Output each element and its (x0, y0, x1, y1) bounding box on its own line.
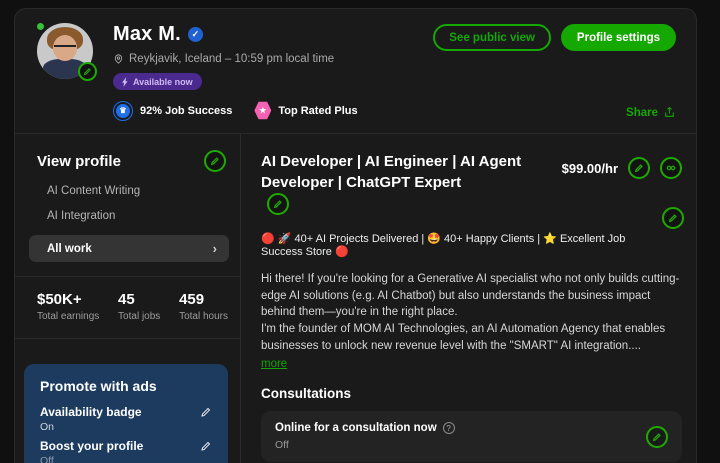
availability-badge-setting: Availability badge On (40, 405, 212, 433)
pencil-icon (83, 67, 92, 76)
stat-total-jobs: 45 Total jobs (118, 291, 160, 322)
online-consultation-card: Online for a consultation now ? Off (261, 411, 682, 462)
stat-label: Total earnings (37, 311, 99, 322)
job-success-crown-icon: ♛ (113, 101, 133, 121)
promote-with-ads-card: Promote with ads Availability badge (24, 364, 228, 463)
share-label: Share (626, 107, 658, 119)
link-icon (665, 162, 677, 174)
setting-state: Off (40, 455, 212, 463)
top-rated-label: Top Rated Plus (278, 105, 357, 117)
see-public-view-button[interactable]: See public view (433, 24, 551, 51)
stat-total-earnings: $50K+ Total earnings (37, 291, 99, 322)
location-row: Reykjavik, Iceland – 10:59 pm local time (113, 53, 676, 65)
top-rated-badge: ★ Top Rated Plus (254, 101, 357, 120)
stat-total-hours: 459 Total hours (179, 291, 228, 322)
profile-bio: Hi there! If you're looking for a Genera… (261, 271, 681, 373)
profile-page: Max M. ✓ Reykjavik, Iceland – 10:59 pm l… (0, 0, 720, 463)
user-name: Max M. (113, 23, 181, 46)
pencil-icon (634, 163, 644, 173)
stats-row: $50K+ Total earnings 45 Total jobs 459 T… (15, 276, 240, 338)
profile-link-button[interactable] (660, 157, 682, 179)
verified-badge-icon: ✓ (188, 27, 203, 42)
pencil-icon (200, 406, 212, 418)
profile-settings-button[interactable]: Profile settings (561, 24, 676, 51)
edit-rate-button[interactable] (628, 157, 650, 179)
consultations-heading: Consultations (261, 386, 682, 401)
edit-availability-badge-button[interactable] (200, 406, 212, 418)
lightning-icon (122, 77, 129, 87)
edit-specializations-button[interactable] (204, 150, 226, 172)
view-profile-title: View profile (37, 153, 121, 170)
main-content: AI Developer | AI Engineer | AI Agent De… (241, 134, 696, 463)
profile-title: AI Developer | AI Engineer | AI Agent De… (261, 153, 521, 191)
edit-consultation-button[interactable] (646, 426, 668, 448)
stat-value: 45 (118, 291, 160, 308)
online-status-dot (35, 21, 46, 32)
sidebar-item-all-work[interactable]: All work › (29, 235, 229, 262)
edit-title-button[interactable] (267, 193, 289, 215)
profile-body: View profile AI Content Writing AI Integ… (15, 134, 696, 463)
profile-highlights: 🔴 🚀 40+ AI Projects Delivered | 🤩 40+ Ha… (261, 232, 651, 258)
bio-paragraph-1: Hi there! If you're looking for a Genera… (261, 271, 681, 321)
chevron-right-icon: › (213, 241, 217, 256)
bio-paragraph-2: I'm the founder of MOM AI Technologies, … (261, 321, 681, 354)
edit-boost-profile-button[interactable] (200, 440, 212, 452)
achievement-badges: ♛ 92% Job Success ★ Top Rated Plus (113, 101, 676, 121)
online-consultation-label: Online for a consultation now (275, 422, 437, 434)
edit-avatar-button[interactable] (78, 62, 97, 81)
profile-card: Max M. ✓ Reykjavik, Iceland – 10:59 pm l… (14, 8, 697, 463)
availability-badge-label: Available now (133, 77, 193, 87)
job-success-badge: ♛ 92% Job Success (113, 101, 232, 121)
setting-label: Availability badge (40, 405, 142, 419)
setting-state: On (40, 421, 212, 433)
stat-value: $50K+ (37, 291, 99, 308)
pencil-icon (200, 440, 212, 452)
top-rated-star-icon: ★ (254, 101, 271, 120)
help-icon[interactable]: ? (443, 422, 455, 434)
all-work-label: All work (47, 243, 92, 255)
edit-overview-button[interactable] (662, 207, 684, 229)
left-sidebar: View profile AI Content Writing AI Integ… (15, 134, 241, 463)
profile-header: Max M. ✓ Reykjavik, Iceland – 10:59 pm l… (15, 9, 696, 134)
pencil-icon (210, 156, 220, 166)
share-icon (663, 106, 676, 119)
stat-label: Total hours (179, 311, 228, 322)
sidebar-item-ai-content-writing[interactable]: AI Content Writing (37, 185, 226, 197)
boost-profile-setting: Boost your profile Off (40, 439, 212, 463)
setting-label: Boost your profile (40, 439, 143, 453)
availability-badge[interactable]: Available now (113, 73, 202, 90)
job-success-label: 92% Job Success (140, 105, 232, 117)
online-consultation-state: Off (275, 439, 455, 451)
header-actions: See public view Profile settings (433, 24, 676, 51)
location-text: Reykjavik, Iceland – 10:59 pm local time (129, 53, 334, 65)
stat-value: 459 (179, 291, 228, 308)
more-link[interactable]: more (261, 356, 287, 373)
avatar[interactable] (37, 23, 93, 79)
pencil-icon (273, 199, 283, 209)
sidebar-item-ai-integration[interactable]: AI Integration (37, 210, 226, 222)
title-row: AI Developer | AI Engineer | AI Agent De… (261, 151, 682, 215)
stat-label: Total jobs (118, 311, 160, 322)
pencil-icon (668, 213, 678, 223)
pencil-icon (652, 432, 662, 442)
hourly-rate: $99.00/hr (562, 161, 618, 176)
promote-title: Promote with ads (40, 378, 212, 394)
promote-section: Promote with ads Availability badge (15, 338, 240, 463)
share-button[interactable]: Share (626, 106, 676, 119)
location-pin-icon (113, 53, 124, 65)
